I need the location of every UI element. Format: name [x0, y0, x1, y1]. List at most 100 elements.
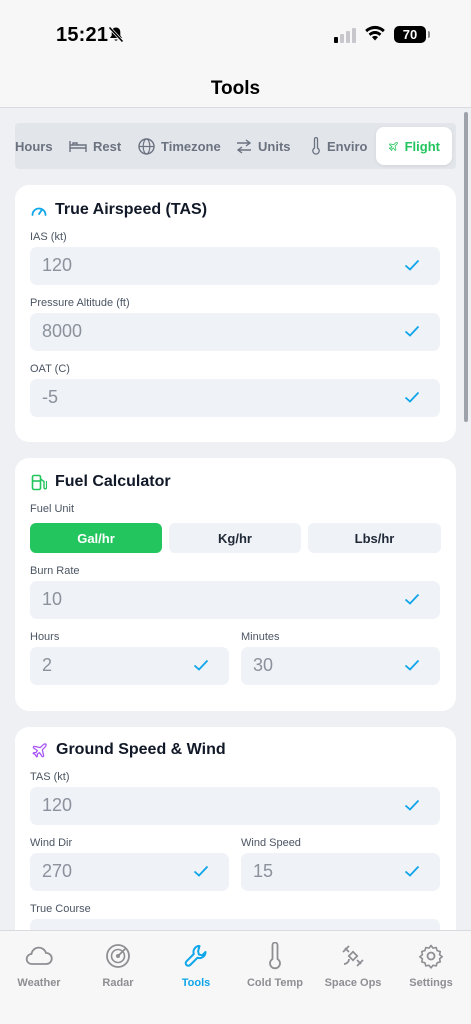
fuel-unit-label: Fuel Unit [30, 503, 75, 515]
oat-input[interactable]: -5 [30, 379, 440, 417]
tas-card-title-text: True Airspeed (TAS) [55, 201, 208, 218]
hours-value: 2 [42, 655, 53, 675]
radar-icon [106, 944, 130, 968]
check-icon [193, 659, 209, 671]
fuel-unit-gal-button[interactable]: Gal/hr [30, 523, 162, 553]
tabbar-space-ops-label: Space Ops [324, 977, 382, 989]
scroll-indicator[interactable] [464, 112, 468, 422]
wind-dir-label: Wind Dir [30, 837, 73, 849]
fuel-unit-lbs-button[interactable]: Lbs/hr [308, 523, 441, 553]
tab-enviro-label: Enviro [327, 138, 368, 154]
tabbar-settings[interactable]: Settings [392, 941, 470, 989]
status-time: 15:21 [56, 24, 109, 46]
tab-rest-label: Rest [93, 138, 122, 154]
check-icon [404, 865, 420, 877]
tab-hours[interactable]: Hours [15, 127, 53, 165]
tabbar-space-ops[interactable]: Space Ops [314, 941, 392, 989]
ias-value: 120 [42, 255, 73, 275]
gear-icon [419, 944, 443, 969]
oat-label: OAT (C) [30, 363, 70, 375]
tabbar-cold-temp[interactable]: Cold Temp [236, 941, 314, 989]
wind-card: Ground Speed & Wind TAS (kt) 120 Wind Di… [15, 727, 456, 957]
wifi-icon [365, 25, 385, 41]
tabbar-tools[interactable]: Tools [157, 941, 235, 989]
plane-icon [32, 742, 47, 758]
burn-rate-label: Burn Rate [30, 565, 80, 577]
tab-flight-label: Flight [404, 138, 440, 154]
wind-dir-value: 270 [42, 861, 73, 881]
tabbar-weather[interactable]: Weather [0, 941, 78, 989]
fuel-pump-icon [31, 474, 47, 490]
tabbar-weather-label: Weather [17, 977, 61, 989]
check-icon [404, 391, 420, 403]
tabbar-radar[interactable]: Radar [79, 941, 157, 989]
wind-card-title: Ground Speed & Wind [31, 741, 226, 759]
thermometer-icon [312, 137, 320, 155]
burn-rate-value: 10 [42, 589, 63, 609]
status-bar: 15:21 70 [0, 0, 471, 70]
wind-speed-input[interactable]: 15 [241, 853, 440, 891]
tab-timezone-label: Timezone [161, 138, 221, 154]
page-title: Tools [210, 78, 261, 99]
true-course-label: True Course [30, 903, 91, 915]
wind-card-title-text: Ground Speed & Wind [56, 741, 226, 758]
wind-tas-value: 120 [42, 795, 73, 815]
oat-value: -5 [42, 387, 59, 407]
tab-units[interactable]: Units [236, 127, 291, 165]
cloud-icon [25, 946, 53, 965]
satellite-icon [342, 945, 364, 967]
pressure-altitude-input[interactable]: 8000 [30, 313, 440, 351]
screen: 15:21 70 Tools Hours Rest Timezone Units… [0, 0, 471, 1024]
minutes-input[interactable]: 30 [241, 647, 440, 685]
wind-speed-value: 15 [253, 861, 274, 881]
globe-icon [138, 137, 155, 155]
plane-icon [388, 141, 398, 151]
bed-icon [69, 141, 87, 152]
check-icon [404, 659, 420, 671]
tab-units-label: Units [258, 138, 291, 154]
check-icon [404, 259, 420, 271]
tab-enviro[interactable]: Enviro [311, 127, 367, 165]
wind-tas-input[interactable]: 120 [30, 787, 440, 825]
pressure-altitude-value: 8000 [42, 321, 83, 341]
wind-dir-input[interactable]: 270 [30, 853, 229, 891]
check-icon [193, 865, 209, 877]
minutes-value: 30 [253, 655, 274, 675]
tabbar-cold-temp-label: Cold Temp [246, 977, 303, 989]
fuel-card-title: Fuel Calculator [31, 473, 171, 491]
nav-header: Tools [0, 70, 471, 108]
wind-tas-label: TAS (kt) [30, 771, 70, 783]
battery-indicator: 70 [394, 26, 430, 43]
tas-card: True Airspeed (TAS) IAS (kt) 120 Pressur… [15, 185, 456, 442]
check-icon [404, 799, 420, 811]
tool-tab-strip[interactable]: Hours Rest Timezone Units Enviro Flight [15, 123, 456, 169]
bell-off-icon [108, 26, 124, 43]
hours-input[interactable]: 2 [30, 647, 229, 685]
check-icon [404, 593, 420, 605]
fuel-unit-kg-button[interactable]: Kg/hr [169, 523, 301, 553]
wrench-icon [184, 944, 207, 967]
fuel-card-title-text: Fuel Calculator [55, 473, 171, 490]
tas-card-title: True Airspeed (TAS) [31, 201, 207, 219]
wind-speed-label: Wind Speed [241, 837, 301, 849]
tab-hours-label: Hours [15, 138, 53, 154]
minutes-label: Minutes [241, 631, 280, 643]
tab-rest[interactable]: Rest [69, 127, 121, 165]
swap-arrows-icon [236, 138, 252, 154]
pressure-altitude-label: Pressure Altitude (ft) [30, 297, 130, 309]
tabbar-radar-label: Radar [102, 977, 134, 989]
fuel-card: Fuel Calculator Fuel Unit Gal/hr Kg/hr L… [15, 458, 456, 711]
tab-timezone[interactable]: Timezone [138, 127, 221, 165]
check-icon [404, 325, 420, 337]
tabbar-tools-label: Tools [181, 977, 211, 989]
thermometer-icon [269, 942, 281, 970]
bottom-tab-bar: Weather Radar Tools Cold Temp Space Ops … [0, 930, 471, 1024]
burn-rate-input[interactable]: 10 [30, 581, 440, 619]
cellular-signal-icon [334, 28, 356, 43]
tab-flight[interactable]: Flight [376, 127, 452, 165]
ias-input[interactable]: 120 [30, 247, 440, 285]
ias-label: IAS (kt) [30, 231, 67, 243]
hours-label: Hours [30, 631, 60, 643]
tabbar-settings-label: Settings [409, 977, 453, 989]
speedometer-icon [31, 207, 47, 216]
